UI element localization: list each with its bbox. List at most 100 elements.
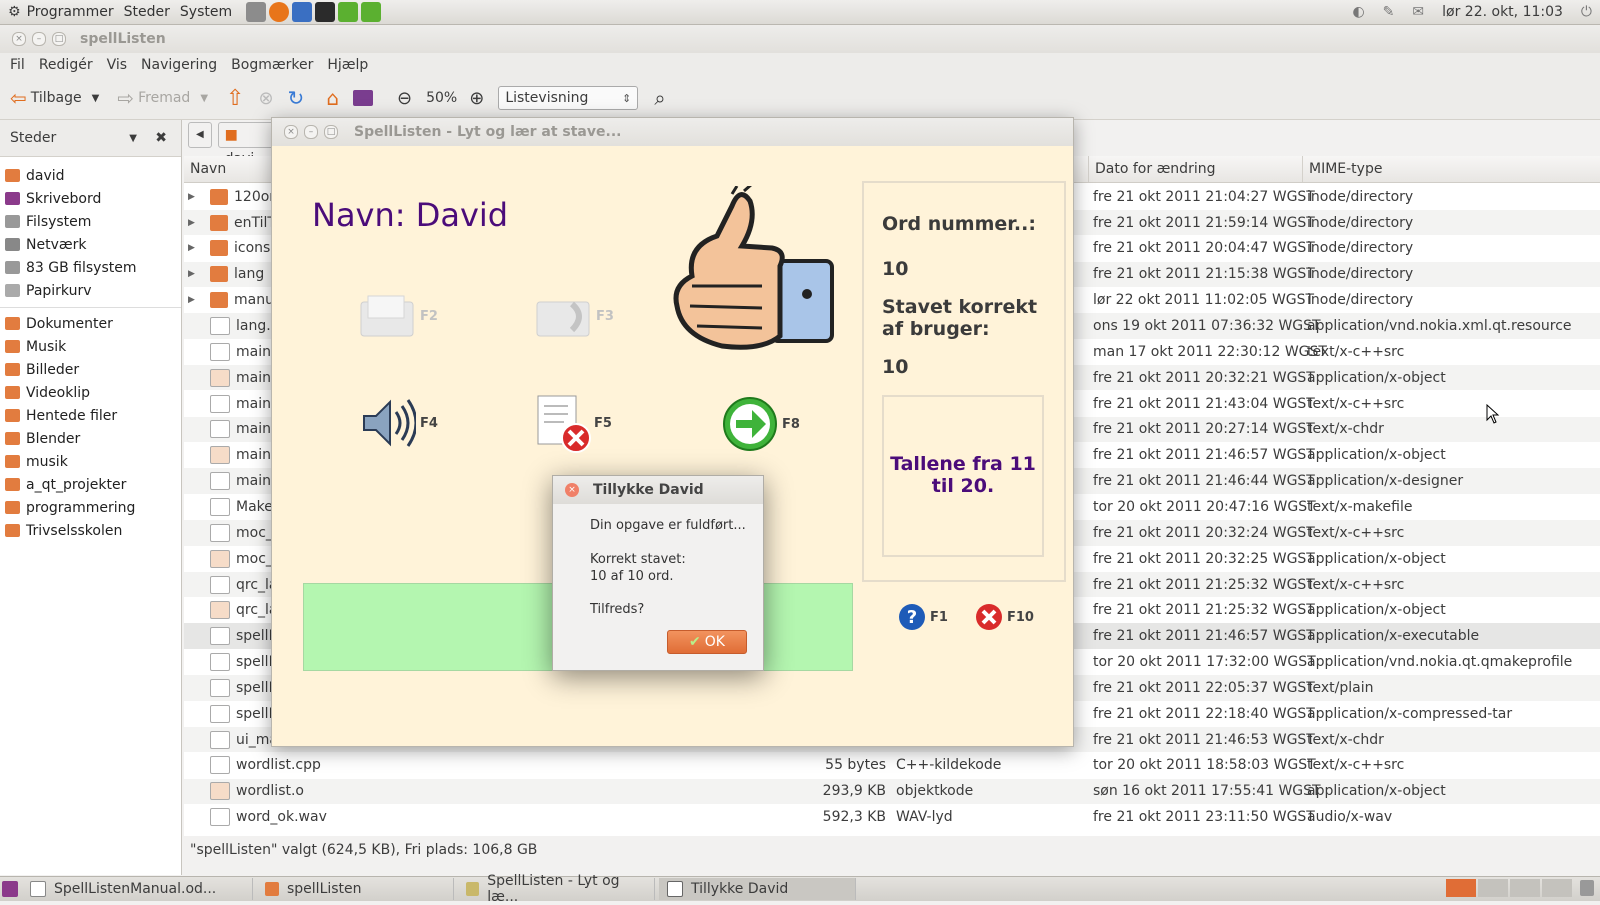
help-icon: ?: [899, 604, 925, 630]
maximize-icon[interactable]: □: [52, 32, 66, 46]
mail-icon[interactable]: ✉: [1412, 4, 1424, 20]
workspace-2[interactable]: [1478, 879, 1508, 897]
table-row[interactable]: wordlist.o 293,9 KB objektkode søn 16 okt 2…: [184, 778, 1600, 805]
sidebar-item-videoklip[interactable]: Videoklip: [0, 381, 181, 404]
help-button[interactable]: ? F1: [898, 603, 948, 631]
network-icon[interactable]: ◐: [1352, 4, 1364, 20]
sidebar-item-musik-lower[interactable]: musik: [0, 450, 181, 473]
reload-list-button[interactable]: F3: [534, 294, 614, 338]
sidebar-item-billeder[interactable]: Billeder: [0, 358, 181, 381]
stop-icon[interactable]: ⊗: [258, 88, 273, 109]
menu-fil[interactable]: Fil: [10, 57, 25, 73]
sidebar-item-papirkurv[interactable]: Papirkurv: [0, 279, 181, 302]
back-button[interactable]: ⇦ Tilbage ▼: [10, 86, 99, 110]
minimize-icon[interactable]: –: [304, 125, 318, 139]
sidebar-header[interactable]: Steder ▼ ✖: [0, 120, 181, 157]
zoom-in-icon[interactable]: ⊕: [469, 88, 484, 109]
home-icon[interactable]: ⌂: [326, 86, 339, 110]
clock[interactable]: lør 22. okt, 11:03: [1442, 4, 1563, 20]
open-file-button[interactable]: F2: [358, 294, 438, 338]
writer-launcher-icon[interactable]: [292, 2, 313, 22]
sidebar-item-netvaerk[interactable]: Netværk: [0, 233, 181, 256]
sidebar-item-trivselsskolen[interactable]: Trivselsskolen: [0, 519, 181, 542]
menu-programmer[interactable]: Programmer: [27, 4, 114, 20]
breadcrumb[interactable]: ■ davi: [217, 122, 278, 167]
expander-icon[interactable]: ▶: [184, 269, 200, 279]
menu-vis[interactable]: Vis: [107, 57, 127, 73]
zoom-out-icon[interactable]: ⊖: [397, 88, 412, 109]
menu-system[interactable]: System: [180, 4, 232, 20]
sidebar-title: Steder: [10, 130, 57, 146]
menu-rediger[interactable]: Redigér: [39, 57, 93, 73]
menu-hjaelp[interactable]: Hjælp: [327, 57, 368, 73]
show-desktop-icon[interactable]: [2, 881, 18, 897]
expander-icon[interactable]: ▶: [184, 295, 200, 305]
task-manual[interactable]: SpellListenManual.od...: [22, 878, 253, 900]
forward-button[interactable]: ⇨ Fremad ▼: [117, 86, 208, 110]
menu-navigering[interactable]: Navigering: [141, 57, 217, 73]
qt-launcher-icon[interactable]: [338, 2, 359, 22]
minimize-icon[interactable]: –: [32, 32, 46, 46]
pin-icon[interactable]: ✎: [1383, 4, 1395, 20]
table-row[interactable]: wordlist.cpp 55 bytes C++-kildekode tor 20 …: [184, 753, 1600, 779]
clear-button[interactable]: F5: [534, 392, 612, 454]
qt-designer-launcher-icon[interactable]: [361, 2, 382, 22]
close-icon[interactable]: ×: [565, 483, 579, 497]
chevron-down-icon[interactable]: ▼: [92, 93, 100, 104]
menubar: Fil Redigér Vis Navigering Bogmærker Hjæ…: [0, 53, 1600, 77]
close-icon[interactable]: ×: [284, 125, 298, 139]
firefox-launcher-icon[interactable]: [269, 2, 290, 22]
next-word-button[interactable]: F8: [722, 396, 800, 452]
quit-button[interactable]: F10: [975, 603, 1034, 631]
sidebar-item-skrivebord[interactable]: Skrivebord: [0, 187, 181, 210]
app-icon: [466, 882, 480, 896]
menu-steder[interactable]: Steder: [124, 4, 170, 20]
sidebar-item-a-qt-projekter[interactable]: a_qt_projekter: [0, 473, 181, 496]
expander-icon[interactable]: ▶: [184, 192, 200, 202]
computer-icon[interactable]: [353, 90, 374, 106]
sidebar-item-filsystem[interactable]: Filsystem: [0, 210, 181, 233]
file-mime: audio/x-wav: [1307, 809, 1393, 826]
screenshot-launcher-icon[interactable]: [246, 2, 267, 22]
sidebar-item-david[interactable]: david: [0, 164, 181, 187]
sidebar-item-83gb[interactable]: 83 GB filsystem: [0, 256, 181, 279]
view-mode-select[interactable]: Listevisning: [498, 86, 639, 110]
ubuntu-logo-icon[interactable]: ⚙: [8, 4, 21, 20]
file-date: fre 21 okt 2011 21:46:57 WGST: [1093, 447, 1315, 464]
sidebar-item-programmering[interactable]: programmering: [0, 496, 181, 519]
search-icon[interactable]: ⌕: [654, 86, 665, 110]
task-tillykke[interactable]: Tillykke David: [659, 878, 856, 900]
file-mime: application/x-designer: [1307, 473, 1464, 490]
terminal-launcher-icon[interactable]: [315, 2, 336, 22]
column-mime[interactable]: MIME-type: [1303, 156, 1600, 182]
task-spelllisten-app[interactable]: SpellListen - Lyt og læ...: [458, 873, 655, 905]
workspace-4[interactable]: [1542, 879, 1572, 897]
sidebar-item-dokumenter[interactable]: Dokumenter: [0, 312, 181, 335]
column-date[interactable]: Dato for ændring: [1089, 156, 1303, 182]
power-icon[interactable]: ⏻: [1581, 4, 1592, 20]
chevron-down-icon[interactable]: ▼: [129, 133, 137, 144]
trash-icon[interactable]: [1580, 880, 1594, 896]
sidebar-item-blender[interactable]: Blender: [0, 427, 181, 450]
menu-bogmaerker[interactable]: Bogmærker: [231, 57, 313, 73]
sidebar-item-musik[interactable]: Musik: [0, 335, 181, 358]
location-back-button[interactable]: ◀: [188, 122, 212, 148]
sidebar-item-hentede-filer[interactable]: Hentede filer: [0, 404, 181, 427]
maximize-icon[interactable]: □: [324, 125, 338, 139]
play-word-button[interactable]: F4: [360, 396, 438, 450]
workspace-switcher[interactable]: [1446, 879, 1572, 897]
chevron-down-icon[interactable]: ▼: [200, 93, 208, 104]
task-spelllisten-folder[interactable]: spellListen: [257, 878, 454, 900]
expander-icon[interactable]: ▶: [184, 218, 200, 228]
close-icon[interactable]: ✖: [155, 130, 167, 146]
workspace-3[interactable]: [1510, 879, 1540, 897]
up-arrow-icon[interactable]: ⇧: [226, 86, 244, 111]
reload-icon[interactable]: ↻: [288, 86, 305, 110]
expander-icon[interactable]: ▶: [184, 243, 200, 253]
close-icon[interactable]: ×: [12, 32, 26, 46]
file-icon: [210, 627, 230, 646]
workspace-1[interactable]: [1446, 879, 1476, 897]
ok-button[interactable]: ✔ OK: [667, 630, 747, 654]
table-row[interactable]: word_ok.wav 592,3 KB WAV-lyd fre 21 okt 201…: [184, 804, 1600, 830]
file-date: fre 21 okt 2011 20:04:47 WGST: [1093, 240, 1315, 257]
